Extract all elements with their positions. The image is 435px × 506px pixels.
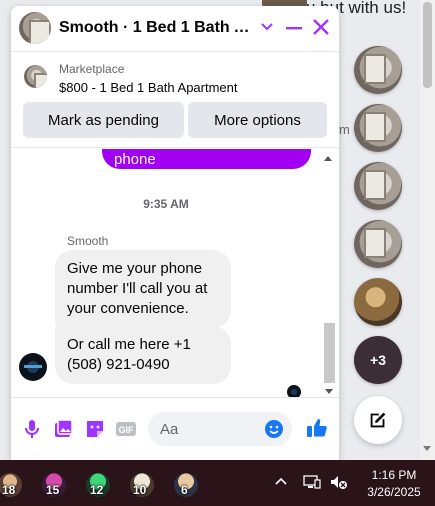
sender-name: Smooth bbox=[67, 234, 109, 248]
chat-head-4[interactable] bbox=[354, 220, 402, 268]
sent-message: phone bbox=[102, 149, 311, 169]
chat-heads-more-button[interactable]: +3 bbox=[354, 336, 402, 384]
read-receipt-avatar bbox=[287, 385, 301, 397]
emoji-icon[interactable] bbox=[264, 419, 284, 439]
taskbar-badge-1: 18 bbox=[2, 483, 16, 497]
page-scrollbar[interactable] bbox=[420, 0, 435, 460]
new-message-button[interactable] bbox=[354, 396, 402, 444]
sent-message-text: phone bbox=[114, 151, 156, 168]
chat-head-3-image bbox=[354, 162, 402, 210]
chat-head-2[interactable] bbox=[354, 104, 402, 152]
sticker-icon[interactable] bbox=[84, 418, 106, 440]
chat-window: Smooth · 1 Bed 1 Bath Apartment Marketpl… bbox=[11, 6, 339, 460]
taskbar-badge-3: 12 bbox=[90, 483, 104, 497]
chat-head-3[interactable] bbox=[354, 162, 402, 210]
clock-date: 3/26/2025 bbox=[367, 485, 421, 499]
system-clock[interactable]: 1:16 PM 3/26/2025 bbox=[356, 467, 432, 501]
chevron-down-icon[interactable] bbox=[260, 20, 274, 34]
message-timestamp: 9:35 AM bbox=[143, 197, 189, 211]
thread-scrollbar[interactable] bbox=[323, 149, 336, 397]
volume-muted-icon[interactable] bbox=[330, 474, 348, 490]
chat-header[interactable]: Smooth · 1 Bed 1 Bath Apartment bbox=[11, 6, 339, 52]
microphone-icon[interactable] bbox=[21, 418, 43, 440]
taskbar-badge-2: 15 bbox=[46, 483, 60, 497]
marketplace-label: Marketplace bbox=[59, 62, 125, 76]
background-side-text: m bbox=[339, 122, 350, 137]
message-composer: GIF bbox=[11, 397, 339, 460]
received-message: Or call me here +1 (508) 921-0490 bbox=[55, 326, 231, 384]
chat-head-2-image bbox=[354, 104, 402, 152]
page-scroll-down-arrow[interactable] bbox=[423, 446, 431, 451]
gif-icon[interactable]: GIF bbox=[115, 418, 137, 440]
listing-thumbnail-image bbox=[24, 65, 47, 88]
page-scrollbar-thumb[interactable] bbox=[423, 2, 432, 88]
chat-title[interactable]: Smooth · 1 Bed 1 Bath Apartment bbox=[59, 19, 257, 37]
compose-icon bbox=[370, 412, 386, 428]
chat-head-5-image bbox=[354, 278, 402, 326]
sender-avatar[interactable] bbox=[19, 353, 47, 381]
svg-text:GIF: GIF bbox=[119, 425, 135, 435]
close-icon[interactable] bbox=[312, 18, 330, 36]
chat-avatar[interactable] bbox=[19, 12, 51, 44]
listing-title[interactable]: $800 - 1 Bed 1 Bath Apartment bbox=[59, 80, 238, 95]
chat-head-1[interactable] bbox=[354, 46, 402, 94]
network-icon[interactable] bbox=[303, 474, 321, 490]
clock-time: 1:16 PM bbox=[371, 468, 417, 482]
received-message: Give me your phone number I'll call you … bbox=[55, 250, 231, 328]
photo-icon[interactable] bbox=[52, 418, 74, 440]
chat-head-1-image bbox=[354, 46, 402, 94]
chat-heads-more-count: +3 bbox=[370, 352, 386, 368]
like-icon[interactable] bbox=[305, 416, 329, 440]
taskbar-badge-5: 6 bbox=[181, 483, 188, 497]
show-hidden-icons-icon[interactable] bbox=[274, 475, 288, 489]
minimize-icon[interactable] bbox=[285, 19, 303, 37]
taskbar-badge-4: 10 bbox=[133, 483, 147, 497]
chat-head-4-image bbox=[354, 220, 402, 268]
more-options-button[interactable]: More options bbox=[188, 102, 327, 138]
chat-head-5[interactable] bbox=[354, 278, 402, 326]
thread-scroll-down-arrow[interactable] bbox=[325, 389, 333, 394]
listing-thumbnail[interactable] bbox=[24, 65, 47, 88]
mark-as-pending-button[interactable]: Mark as pending bbox=[23, 102, 184, 138]
chat-avatar-image bbox=[19, 12, 51, 44]
message-thread: phone 9:35 AM Smooth Give me your phone … bbox=[11, 149, 339, 397]
thread-scrollbar-thumb[interactable] bbox=[324, 323, 335, 383]
marketplace-banner: Marketplace $800 - 1 Bed 1 Bath Apartmen… bbox=[11, 53, 339, 148]
